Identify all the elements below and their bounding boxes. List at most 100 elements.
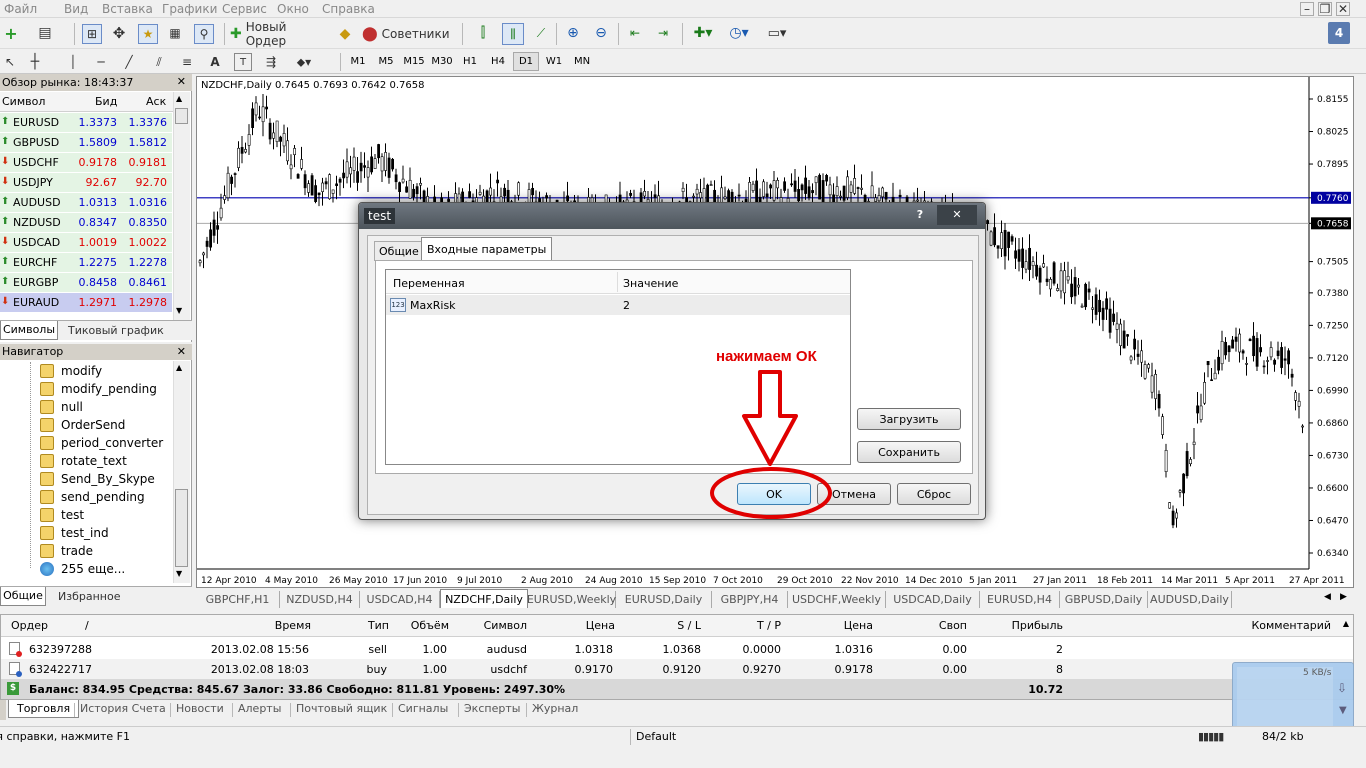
menu-insert[interactable]: Вставка — [102, 2, 153, 16]
line-chart-icon[interactable]: ⟋ — [532, 24, 550, 42]
market-watch-row[interactable]: ⬆ AUDUSD 1.0313 1.0316 — [0, 193, 172, 213]
tf-w1[interactable]: W1 — [541, 52, 567, 71]
market-watch-row[interactable]: ⬆ EURUSD 1.3373 1.3376 — [0, 113, 172, 133]
tab-common-settings[interactable]: Общие — [374, 241, 424, 261]
terminal-col-header[interactable]: Тип — [341, 619, 389, 632]
tf-mn[interactable]: MN — [569, 52, 595, 71]
tf-m5[interactable]: M5 — [373, 52, 399, 71]
nav-item[interactable]: OrderSend — [40, 416, 125, 434]
order-row[interactable]: 632422717 2013.02.08 18:03 buy 1.00 usdchf 0.… — [1, 659, 1353, 679]
market-watch-row[interactable]: ⬇ USDJPY 92.67 92.70 — [0, 173, 172, 193]
menu-help[interactable]: Справка — [322, 2, 375, 16]
terminal-tab[interactable]: Торговля — [8, 700, 80, 718]
nav-item[interactable]: test_ind — [40, 524, 109, 542]
nav-item[interactable]: modify — [40, 362, 102, 380]
advisors-button[interactable]: ⬤ Советники — [362, 23, 450, 45]
periods-clock-icon[interactable]: ◷▾ — [726, 24, 752, 42]
tf-h1[interactable]: H1 — [457, 52, 483, 71]
close-icon[interactable]: ✕ — [177, 75, 186, 88]
templates-icon[interactable]: ▭▾ — [762, 24, 792, 42]
chart-shift-icon[interactable]: ⇥ — [654, 24, 672, 42]
scroll-up-icon[interactable]: ▲ — [1343, 619, 1349, 628]
terminal-col-header[interactable]: Прибыль — [971, 619, 1063, 632]
nav-item[interactable]: test — [40, 506, 84, 524]
market-watch-row[interactable]: ⬆ NZDUSD 0.8347 0.8350 — [0, 213, 172, 233]
order-row[interactable]: 632397288 2013.02.08 15:56 sell 1.00 audusd 1… — [1, 639, 1353, 659]
window-count-badge[interactable]: 4 — [1328, 22, 1350, 44]
shapes-icon[interactable]: ⬥▾ — [290, 53, 318, 71]
navigator-icon[interactable]: ★ — [138, 24, 158, 44]
scroll-up-icon[interactable]: ▲ — [176, 363, 182, 372]
tabs-left-icon[interactable]: ◀ — [1324, 592, 1331, 602]
market-watch-row[interactable]: ⬇ EURAUD 1.2971 1.2978 — [0, 293, 172, 313]
param-value[interactable]: 2 — [623, 299, 630, 312]
terminal-col-header[interactable]: Своп — [883, 619, 967, 632]
tab-common[interactable]: Общие — [0, 587, 46, 606]
chart-tab[interactable]: EURUSD,Weekly — [527, 591, 616, 608]
terminal-col-header[interactable]: Цена — [793, 619, 873, 632]
strategy-tester-icon[interactable]: ⚲ — [194, 24, 214, 44]
col-variable[interactable]: Переменная — [393, 277, 465, 290]
nav-more[interactable]: 255 еще... — [40, 560, 125, 578]
terminal-col-header[interactable]: Ордер — [11, 619, 71, 632]
nav-item[interactable]: rotate_text — [40, 452, 127, 470]
menu-window[interactable]: Окно — [277, 2, 309, 16]
tab-favorites[interactable]: Избранное — [58, 590, 120, 603]
tab-tick-chart[interactable]: Тиковый график — [68, 324, 164, 337]
navigator-scrollbar[interactable]: ▲ ▼ — [173, 361, 190, 583]
market-watch-row[interactable]: ⬇ USDCAD 1.0019 1.0022 — [0, 233, 172, 253]
menu-charts[interactable]: Графики — [162, 2, 217, 16]
reset-button[interactable]: Сброс — [897, 483, 971, 505]
save-button[interactable]: Сохранить — [857, 441, 961, 463]
chart-tab[interactable]: GBPCHF,H1 — [196, 591, 280, 608]
terminal-col-header[interactable]: S / L — [621, 619, 701, 632]
vertical-line-icon[interactable]: │ — [64, 53, 82, 71]
chart-tab[interactable]: USDCHF,Weekly — [788, 591, 886, 608]
terminal-col-header[interactable]: Цена — [531, 619, 615, 632]
cursor-icon[interactable]: ↖ — [2, 53, 18, 71]
load-button[interactable]: Загрузить — [857, 408, 961, 430]
data-window-icon[interactable]: ✥ — [110, 24, 128, 42]
scroll-thumb[interactable] — [175, 108, 188, 124]
col-value[interactable]: Значение — [623, 277, 678, 290]
terminal-tab[interactable]: Эксперты — [464, 702, 520, 715]
nav-item[interactable]: send_pending — [40, 488, 145, 506]
crosshair-icon[interactable]: ┼ — [26, 53, 44, 71]
chart-tab[interactable]: USDCAD,Daily — [886, 591, 980, 608]
col-symbol[interactable]: Символ — [2, 95, 45, 108]
param-row-maxrisk[interactable]: 123 MaxRisk 2 — [386, 295, 850, 315]
dialog-close-button[interactable]: ✕ — [937, 205, 977, 225]
chart-tab[interactable]: USDCAD,H4 — [360, 591, 440, 608]
menu-file[interactable]: Файл — [4, 2, 37, 16]
terminal-tab[interactable]: Сигналы — [398, 702, 448, 715]
trendline-icon[interactable]: ╱ — [120, 53, 138, 71]
channel-icon[interactable]: ⫽ — [150, 53, 168, 71]
zoom-in-icon[interactable]: ⊕ — [564, 24, 582, 42]
chart-tab[interactable]: GBPJPY,H4 — [712, 591, 788, 608]
scroll-down-icon[interactable]: ▼ — [176, 306, 182, 315]
terminal-col-header[interactable]: T / P — [701, 619, 781, 632]
scroll-thumb[interactable] — [175, 489, 188, 567]
indicators-icon[interactable]: ✚▾ — [690, 24, 716, 42]
terminal-tab[interactable]: Алерты — [238, 702, 281, 715]
tf-m15[interactable]: M15 — [401, 52, 427, 71]
chart-tab[interactable]: EURUSD,H4 — [980, 591, 1060, 608]
menu-tools[interactable]: Сервис — [222, 2, 267, 16]
horizontal-line-icon[interactable]: ─ — [92, 53, 110, 71]
tf-d1[interactable]: D1 — [513, 52, 539, 71]
col-ask[interactable]: Аск — [146, 95, 166, 108]
close-icon[interactable]: ✕ — [177, 345, 186, 358]
autoscroll-icon[interactable]: ⇤ — [626, 24, 644, 42]
terminal-tab[interactable]: История Счета — [80, 702, 166, 715]
chart-tab[interactable]: AUDUSD,Daily — [1148, 591, 1232, 608]
new-order-button[interactable]: ✚ Новый Ордер — [230, 20, 330, 48]
nav-item[interactable]: modify_pending — [40, 380, 157, 398]
terminal-icon[interactable]: ▦ — [166, 24, 184, 42]
nav-item[interactable]: null — [40, 398, 83, 416]
fibo-icon[interactable]: ≡ — [178, 53, 196, 71]
restore-icon[interactable]: ❐ — [1318, 2, 1332, 16]
terminal-col-header[interactable]: Объём — [401, 619, 449, 632]
terminal-tab[interactable]: Почтовый ящик — [296, 702, 387, 715]
nav-item[interactable]: trade — [40, 542, 93, 560]
terminal-tab[interactable]: Журнал — [532, 702, 578, 715]
